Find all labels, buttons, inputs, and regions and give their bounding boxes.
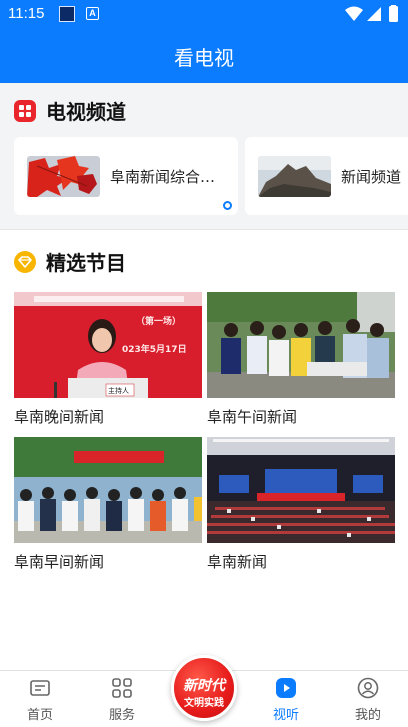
program-label: 阜南晚间新闻 xyxy=(14,408,105,426)
program-label: 阜南新闻 xyxy=(207,553,268,571)
status-right-icons xyxy=(345,5,398,22)
featured-section: 精选节目 （第一场） 023年5月17日 主持人 阜南晚间新闻 阜南午间新闻 阜… xyxy=(0,230,408,670)
tv-channel-icon xyxy=(14,99,36,122)
page-title: 看电视 xyxy=(174,46,234,70)
grid-services-icon xyxy=(112,678,132,698)
program-card-noon-news[interactable]: 阜南午间新闻 xyxy=(207,292,395,427)
outdoor-crowd-image xyxy=(207,292,395,398)
home-news-icon xyxy=(30,680,50,696)
wifi-icon xyxy=(345,6,363,21)
conference-hall-image xyxy=(207,437,395,543)
battery-icon xyxy=(389,6,398,22)
nav-label: 视听 xyxy=(272,708,299,723)
featured-gem-icon xyxy=(14,250,36,273)
status-time: 11:15 xyxy=(8,5,45,22)
featured-title: 精选节目 xyxy=(46,251,126,275)
nav-mine[interactable]: 我的 xyxy=(338,677,398,723)
fab-line2: 文明实践 xyxy=(184,698,224,709)
notification-icon xyxy=(59,6,75,22)
app-header: 11:15 A 看电视 xyxy=(0,0,408,83)
featured-header: 精选节目 xyxy=(14,247,126,276)
nav-audio-video[interactable]: 视听 xyxy=(256,677,316,723)
tv-channels-header: 电视频道 xyxy=(14,96,126,125)
tv-channels-title: 电视频道 xyxy=(46,100,126,124)
channel-label: 新闻频道 xyxy=(341,167,402,186)
overlay-subtitle: （第一场） xyxy=(136,315,181,327)
overlay-date: 023年5月17日 xyxy=(122,343,187,355)
nav-label: 我的 xyxy=(354,708,381,723)
nav-home[interactable]: 首页 xyxy=(10,677,70,723)
program-label: 阜南午间新闻 xyxy=(207,408,298,426)
channel-card-news[interactable]: 新闻频道 xyxy=(245,137,408,215)
program-label: 阜南早间新闻 xyxy=(14,553,105,571)
status-bar: 11:15 A xyxy=(0,0,408,28)
fab-line1: 新时代 xyxy=(183,678,225,694)
carousel-indicator xyxy=(223,201,232,210)
mountain-peak-image xyxy=(258,155,331,197)
program-card-funan-news[interactable]: 阜南新闻 xyxy=(207,437,395,572)
students-banner-image xyxy=(14,437,202,543)
channel-card-funan-news[interactable]: 阜南新闻综合频道 xyxy=(14,137,238,215)
civilization-practice-button[interactable]: 新时代 文明实践 xyxy=(171,655,237,721)
profile-icon xyxy=(357,677,379,699)
presenter-image: （第一场） 023年5月17日 主持人 xyxy=(14,292,202,398)
overlay-sign: 主持人 xyxy=(108,386,129,395)
channel-carousel[interactable]: 阜南新闻综合频道 新闻频道 xyxy=(0,137,408,217)
play-icon xyxy=(276,678,296,698)
mini-app-icon: A xyxy=(86,7,99,20)
red-maple-leaves-image xyxy=(27,155,100,197)
signal-icon xyxy=(367,7,381,21)
nav-services[interactable]: 服务 xyxy=(92,677,152,723)
nav-label: 服务 xyxy=(108,708,135,723)
program-card-evening-news[interactable]: （第一场） 023年5月17日 主持人 阜南晚间新闻 xyxy=(14,292,202,427)
nav-label: 首页 xyxy=(26,708,53,723)
program-card-morning-news[interactable]: 阜南早间新闻 xyxy=(14,437,202,572)
channel-label: 阜南新闻综合频道 xyxy=(110,167,220,186)
